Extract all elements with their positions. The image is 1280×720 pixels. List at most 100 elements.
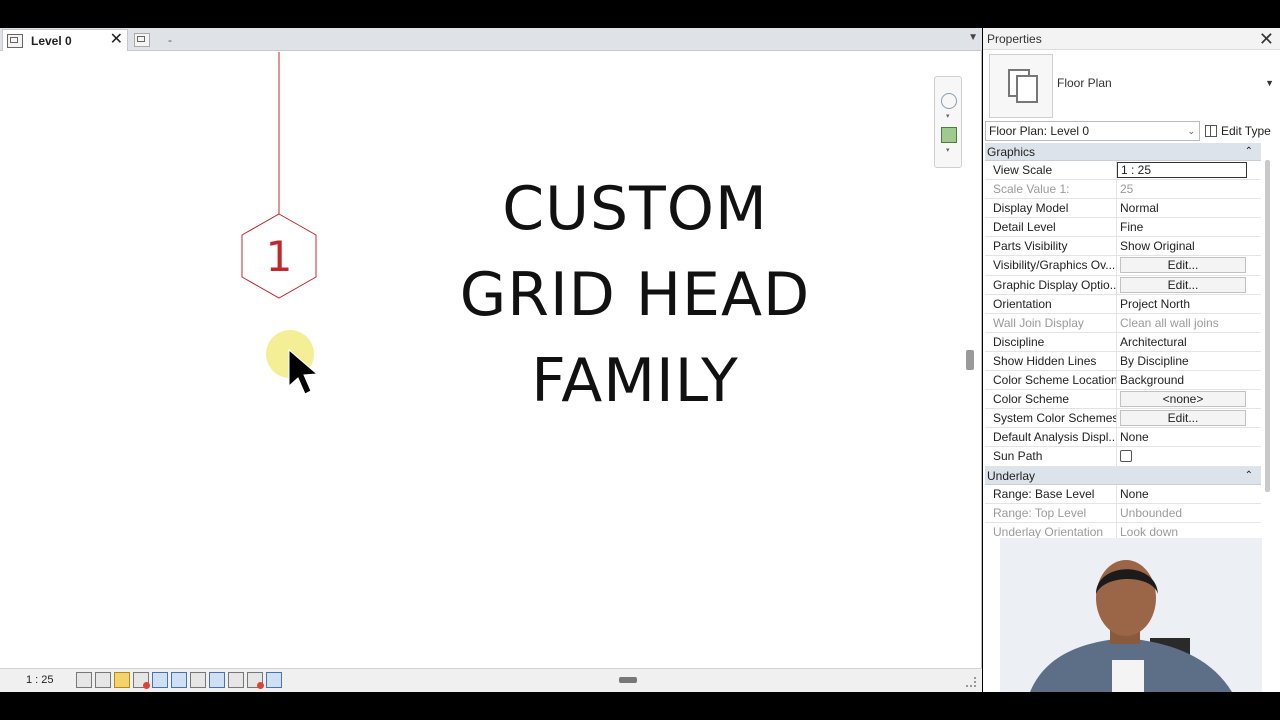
property-value[interactable]: Project North [1117, 295, 1247, 313]
property-value[interactable]: Normal [1117, 199, 1247, 217]
view-control-bar: 1 : 25 [0, 668, 982, 692]
tab-list-dropdown-icon[interactable]: ▼ [968, 32, 978, 43]
title-line-3: FAMILY [531, 346, 739, 416]
property-value[interactable]: Architectural [1117, 333, 1247, 351]
view-scale-control[interactable]: 1 : 25 [26, 674, 54, 686]
resize-grip-icon[interactable] [966, 677, 976, 687]
property-name: Parts Visibility [985, 237, 1117, 256]
property-value[interactable]: Background [1117, 371, 1247, 389]
zoom-region-icon[interactable] [941, 127, 957, 143]
property-row[interactable]: Detail Level Fine [985, 218, 1261, 238]
property-name: Scale Value 1: [985, 180, 1117, 199]
property-row[interactable]: Parts Visibility Show Original [985, 237, 1261, 257]
revit-window: Level 0 ✕ - ▼ 1 CUSTOM GRID HEAD FAMILY [0, 0, 1280, 720]
close-icon[interactable]: ✕ [1259, 29, 1274, 50]
shadows-icon[interactable] [133, 672, 150, 689]
property-value: 25 [1120, 182, 1134, 197]
visual-style-icon[interactable] [95, 672, 111, 688]
property-row[interactable]: System Color Schemes Edit... [985, 409, 1261, 429]
sun-path-icon[interactable] [114, 672, 130, 688]
property-name: Sun Path [985, 447, 1117, 466]
property-row[interactable]: Show Hidden Lines By Discipline [985, 351, 1261, 372]
view-control-tools [76, 672, 282, 689]
section-graphics[interactable]: Graphics ⌃ [985, 143, 1261, 161]
property-row[interactable]: Visibility/Graphics Ov... Edit... [985, 256, 1261, 276]
sheet-view-icon [134, 33, 150, 47]
close-tab-icon[interactable]: ✕ [110, 32, 123, 48]
properties-scrollbar[interactable] [1265, 160, 1270, 492]
grid-head-number: 1 [265, 232, 293, 281]
edit-button[interactable]: Edit... [1120, 410, 1246, 427]
properties-header: Properties ✕ [983, 28, 1280, 50]
tab-other-view[interactable]: - [130, 29, 190, 51]
collapse-icon[interactable]: ⌃ [1245, 143, 1253, 161]
worksharing-icon[interactable] [247, 672, 264, 689]
property-row[interactable]: Color Scheme Location Background [985, 371, 1261, 391]
drawing-canvas[interactable]: 1 CUSTOM GRID HEAD FAMILY ▾ ▾ [0, 52, 964, 668]
properties-title: Properties [987, 31, 1042, 46]
property-value[interactable]: By Discipline [1117, 352, 1247, 370]
property-value[interactable]: None [1117, 485, 1247, 503]
reveal-hidden-icon[interactable] [209, 672, 225, 688]
crop-view-icon[interactable] [152, 672, 168, 688]
type-selector[interactable]: Floor Plan ▼ [987, 52, 1276, 118]
sun-path-checkbox[interactable] [1120, 450, 1132, 463]
collapse-icon[interactable]: ⌃ [1245, 467, 1253, 485]
chevron-down-icon[interactable]: ▾ [946, 146, 950, 154]
property-name: Orientation [985, 294, 1117, 313]
property-value: <none> [1117, 390, 1247, 408]
property-row: Underlay Orientation Look down [985, 522, 1261, 538]
property-row[interactable]: Graphic Display Optio... Edit... [985, 275, 1261, 295]
tab-label: - [168, 33, 172, 47]
tab-level-0[interactable]: Level 0 ✕ [2, 29, 128, 51]
property-row: Range: Top Level Unbounded [985, 503, 1261, 523]
section-title: Underlay [987, 468, 1036, 483]
property-value[interactable]: Show Original [1117, 237, 1247, 255]
analysis-display-icon[interactable] [266, 672, 282, 688]
letterbox-bottom [0, 692, 1280, 720]
title-line-2: GRID HEAD [459, 260, 811, 330]
edit-button[interactable]: Edit... [1120, 276, 1246, 293]
property-row[interactable]: Display Model Normal [985, 199, 1261, 219]
property-value: Edit... [1117, 276, 1247, 294]
property-value: Clean all wall joins [1120, 315, 1219, 330]
instance-filter-dropdown[interactable]: Floor Plan: Level 0 ⌄ [985, 121, 1200, 141]
title-line-1: CUSTOM [502, 174, 768, 244]
property-value: Unbounded [1120, 505, 1183, 520]
temporary-hide-icon[interactable] [190, 672, 206, 688]
presenter-image [1000, 538, 1262, 692]
property-value[interactable]: None [1117, 428, 1247, 446]
vertical-scroll-thumb[interactable] [966, 350, 974, 370]
presenter-webcam [1000, 538, 1262, 692]
lock-3d-icon[interactable] [228, 672, 244, 688]
property-row[interactable]: Discipline Architectural [985, 332, 1261, 352]
detail-level-icon[interactable] [76, 672, 92, 688]
property-value[interactable]: 1 : 25 [1117, 162, 1247, 179]
edit-type-button[interactable]: Edit Type [1205, 121, 1271, 141]
property-value: Look down [1120, 524, 1179, 538]
instance-row: Floor Plan: Level 0 ⌄ Edit Type [985, 121, 1275, 141]
property-row[interactable]: Sun Path [985, 447, 1261, 467]
property-name: Graphic Display Optio... [985, 275, 1117, 294]
property-value[interactable]: Fine [1117, 218, 1247, 236]
horizontal-scroll-thumb[interactable] [619, 677, 637, 683]
edit-type-icon [1205, 125, 1217, 137]
chevron-down-icon[interactable]: ▼ [1265, 78, 1274, 88]
property-name: Detail Level [985, 218, 1117, 237]
section-underlay[interactable]: Underlay ⌃ [985, 466, 1261, 485]
property-row: Scale Value 1: 25 [985, 180, 1261, 200]
edit-button[interactable]: Edit... [1120, 257, 1246, 274]
property-row[interactable]: Orientation Project North [985, 294, 1261, 314]
property-name: Wall Join Display [985, 313, 1117, 332]
property-name: View Scale [985, 161, 1117, 180]
property-row[interactable]: View Scale 1 : 25 [985, 161, 1261, 181]
steering-wheel-icon[interactable] [941, 93, 957, 109]
properties-grid: Graphics ⌃ View Scale 1 : 25 Scale Value 1: 2… [985, 143, 1261, 538]
property-row[interactable]: Default Analysis Displ... None [985, 428, 1261, 448]
property-row[interactable]: Range: Base Level None [985, 484, 1261, 504]
chevron-down-icon: ⌄ [1187, 126, 1195, 136]
chevron-down-icon[interactable]: ▾ [946, 112, 950, 120]
show-crop-icon[interactable] [171, 672, 187, 688]
property-row[interactable]: Color Scheme <none> [985, 390, 1261, 410]
edit-button[interactable]: <none> [1120, 391, 1246, 408]
